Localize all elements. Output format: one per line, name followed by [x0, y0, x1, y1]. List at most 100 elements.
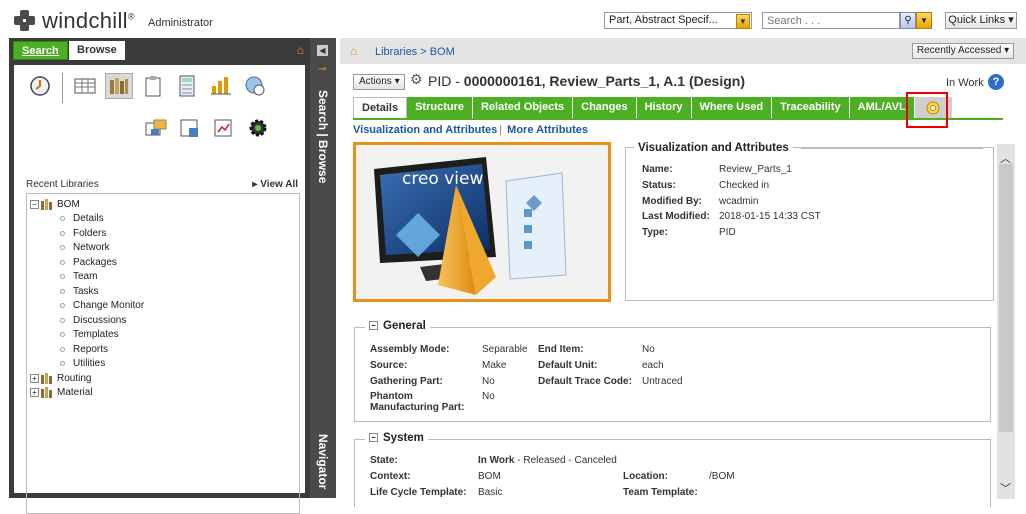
state-label: In Work	[946, 77, 984, 89]
libraries-icon[interactable]	[105, 73, 133, 99]
attr-name: Name: Review_Parts_1	[642, 164, 792, 175]
bullet-icon	[60, 288, 65, 294]
gathering-part-value: No	[482, 376, 495, 387]
site-icon[interactable]	[142, 115, 170, 141]
search-icon[interactable]: ⚲	[900, 12, 916, 29]
recent-libraries-label: Recent Libraries	[26, 179, 99, 190]
scroll-down-icon[interactable]: ﹀	[1000, 480, 1011, 496]
system-heading[interactable]: − System	[365, 432, 428, 444]
quick-links-button[interactable]: Quick Links ▾	[945, 12, 1017, 29]
context-link[interactable]: BOM	[478, 471, 501, 482]
actions-menu-button[interactable]: Actions ▾	[353, 74, 405, 90]
link-visualization-attributes[interactable]: Visualization and Attributes	[353, 124, 497, 136]
phantom-value: No	[482, 391, 495, 402]
tab-structure[interactable]: Structure	[407, 97, 473, 118]
search-type-value: Part, Abstract Specif...	[609, 14, 718, 26]
navigator-toggle[interactable]: Navigator	[316, 434, 330, 489]
bar-chart-icon[interactable]	[207, 73, 235, 99]
tree-item-reports[interactable]: Reports	[30, 342, 296, 357]
link-more-attributes[interactable]: More Attributes	[507, 124, 588, 136]
collapse-icon[interactable]: −	[30, 199, 39, 209]
tab-details[interactable]: Details	[353, 97, 408, 118]
tab-changes[interactable]: Changes	[573, 97, 637, 118]
tab-history[interactable]: History	[636, 97, 692, 118]
team-template-label: Team Template:	[623, 487, 698, 498]
home-icon[interactable]: ⌂	[297, 43, 304, 57]
tree-item-folders[interactable]: Folders	[30, 226, 296, 241]
bullet-icon	[60, 361, 65, 367]
tab-where-used[interactable]: Where Used	[691, 97, 773, 118]
search-input[interactable]	[762, 12, 900, 29]
tab-browse[interactable]: Browse	[69, 41, 125, 60]
state-value: In Work - Released - Canceled	[478, 455, 617, 466]
chevron-down-icon[interactable]: ▼	[736, 14, 750, 29]
recent-clock-icon[interactable]	[26, 73, 54, 99]
tree-item-change-monitor[interactable]: Change Monitor	[30, 299, 296, 314]
report-icon[interactable]	[210, 115, 238, 141]
help-icon[interactable]: ?	[988, 74, 1004, 90]
tree-item-details[interactable]: Details	[30, 212, 296, 227]
vertical-scrollbar[interactable]: ︿ ﹀	[997, 144, 1015, 499]
browse-content: Recent Libraries ▸ View All − BOM Detail…	[14, 65, 305, 514]
bullet-icon	[60, 245, 65, 251]
windchill-logo[interactable]: windchill®	[14, 8, 135, 34]
clipboard-icon[interactable]	[139, 73, 167, 99]
tree-node-bom[interactable]: − BOM	[30, 197, 296, 212]
source-value: Make	[482, 360, 507, 371]
collapse-icon[interactable]: −	[369, 433, 378, 442]
location-link[interactable]: /BOM	[709, 471, 735, 482]
tree-item-utilities[interactable]: Utilities	[30, 357, 296, 372]
search-type-select[interactable]: Part, Abstract Specif... ▼	[604, 12, 752, 29]
expand-icon[interactable]: +	[30, 388, 39, 398]
tree-item-team[interactable]: Team	[30, 270, 296, 285]
bullet-icon	[60, 332, 65, 338]
general-section: − General Assembly Mode: Separable End It…	[354, 320, 991, 422]
phantom-label-line2: Manufacturing Part:	[370, 402, 465, 413]
context-type-toolbar-2	[142, 115, 272, 141]
general-heading[interactable]: − General	[365, 320, 430, 332]
tree-item-network[interactable]: Network	[30, 241, 296, 256]
tab-traceability[interactable]: Traceability	[772, 97, 850, 118]
expand-icon[interactable]: +	[30, 373, 39, 383]
sub-navigation: Visualization and Attributes | More Attri…	[353, 124, 589, 136]
organization-icon[interactable]	[176, 115, 204, 141]
view-all-link[interactable]: ▸ View All	[252, 179, 298, 190]
utilities-gear-icon[interactable]	[244, 115, 272, 141]
tree-node-material[interactable]: + Material	[30, 386, 296, 401]
bullet-icon	[60, 259, 65, 265]
navigator-tabs: Search Browse ⌂	[9, 38, 310, 60]
highlight-box	[906, 92, 948, 128]
tree-item-templates[interactable]: Templates	[30, 328, 296, 343]
calculator-icon[interactable]	[173, 73, 201, 99]
tab-aml-avl[interactable]: AML/AVL	[849, 97, 915, 118]
collapse-icon[interactable]: −	[369, 321, 378, 330]
search-browse-toggle[interactable]: Search | Browse	[316, 90, 330, 183]
tree-node-routing[interactable]: + Routing	[30, 371, 296, 386]
attr-type: Type: PID	[642, 227, 736, 238]
app-name: windchill®	[42, 8, 135, 33]
assembly-mode-label: Assembly Mode:	[370, 344, 450, 355]
tree-item-packages[interactable]: Packages	[30, 255, 296, 270]
tab-related-objects[interactable]: Related Objects	[472, 97, 574, 118]
bullet-icon	[60, 346, 65, 352]
lifecycle-template-label: Life Cycle Template:	[370, 487, 467, 498]
top-header: windchill® Administrator Part, Abstract …	[0, 0, 1026, 38]
products-icon[interactable]	[71, 73, 99, 99]
assembly-mode-value: Separable	[482, 344, 528, 355]
tree-item-tasks[interactable]: Tasks	[30, 284, 296, 299]
phantom-label: Phantom	[370, 391, 413, 402]
home-icon[interactable]: ⌂	[350, 44, 357, 58]
tree-item-discussions[interactable]: Discussions	[30, 313, 296, 328]
breadcrumb[interactable]: Libraries > BOM	[375, 46, 455, 58]
visualization-thumbnail[interactable]: creo view	[353, 142, 611, 302]
search-options-icon[interactable]: ▼	[916, 12, 932, 29]
breadcrumb-bar: ⌂ Libraries > BOM Recently Accessed ▾	[340, 38, 1026, 64]
tab-search[interactable]: Search	[13, 41, 68, 60]
recently-accessed-menu[interactable]: Recently Accessed ▾	[912, 43, 1014, 59]
bullet-icon	[60, 274, 65, 280]
modified-by-link[interactable]: wcadmin	[719, 196, 758, 207]
pin-icon[interactable]: ⊸	[318, 64, 326, 75]
scrollbar-thumb[interactable]	[999, 164, 1013, 432]
globe-search-icon[interactable]	[241, 73, 269, 99]
collapse-navigator-icon[interactable]: ◀	[317, 45, 328, 56]
